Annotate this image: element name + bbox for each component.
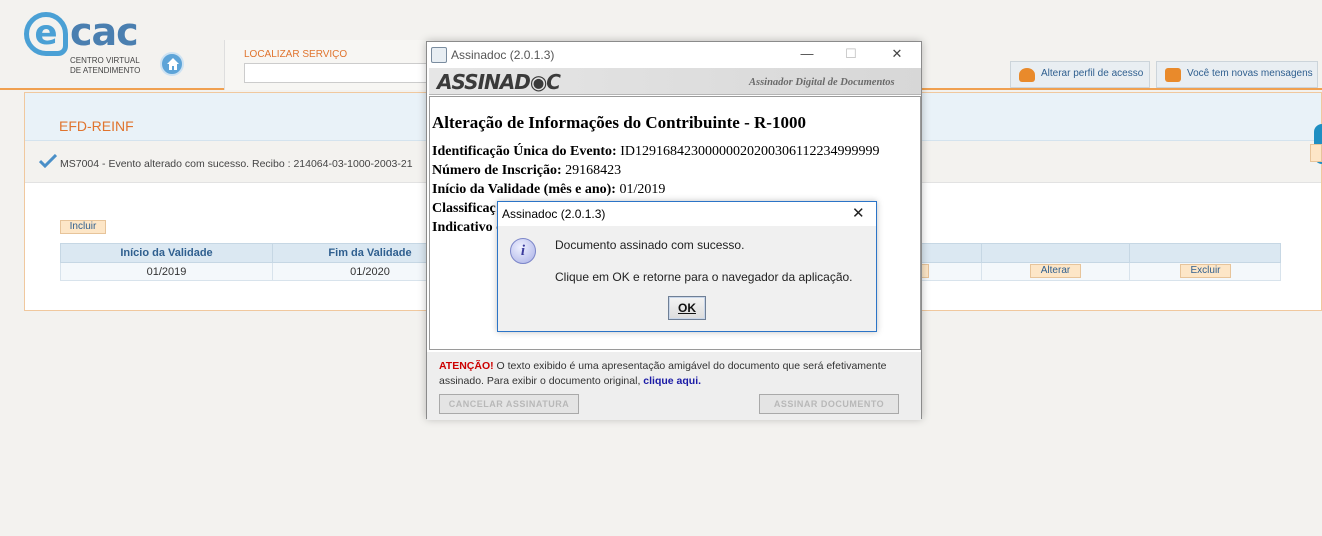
window-footer: ATENÇÃO! O texto exibido é uma apresenta… <box>427 352 921 420</box>
search-input[interactable] <box>244 63 444 83</box>
window-titlebar[interactable]: Assinadoc (2.0.1.3) — ☐ ✕ <box>427 42 921 68</box>
assinadoc-banner: ASSINAD◉C Assinador Digital de Documento… <box>429 68 921 95</box>
java-icon <box>431 47 447 63</box>
document-line: Início da Validade (mês e ano): 01/2019 <box>432 182 665 198</box>
banner-subtitle: Assinador Digital de Documentos <box>749 77 895 88</box>
view-original-link[interactable]: clique aqui. <box>643 375 701 387</box>
logo-subtitle-line1: CENTRO VIRTUAL <box>70 56 140 65</box>
column-header: Início da Validade <box>60 243 273 263</box>
search-panel: LOCALIZAR SERVIÇO <box>224 40 444 90</box>
info-icon: i <box>510 238 536 264</box>
line-value: 29168423 <box>565 163 622 178</box>
line-value: ID12916842300000020200306112234999999 <box>620 144 880 159</box>
users-icon <box>1019 68 1035 82</box>
page-title: EFD-REINF <box>59 118 134 134</box>
change-profile-label: Alterar perfil de acesso <box>1041 68 1144 79</box>
mail-icon <box>1165 68 1181 82</box>
success-message: MS7004 - Evento alterado com sucesso. Re… <box>60 158 413 170</box>
document-line: Identificação Única do Evento: ID1291684… <box>432 144 879 160</box>
dialog-title: Assinadoc (2.0.1.3) <box>502 207 606 221</box>
change-profile-button[interactable]: Alterar perfil de acesso <box>1010 61 1150 88</box>
logo-subtitle-line2: DE ATENDIMENTO <box>70 66 141 75</box>
assinadoc-logo: ASSINAD◉C <box>437 70 561 94</box>
messages-label: Você tem novas mensagens <box>1187 68 1313 79</box>
sign-document-button[interactable]: ASSINAR DOCUMENTO <box>759 394 899 414</box>
dialog-titlebar[interactable]: Assinadoc (2.0.1.3) ✕ <box>498 202 876 226</box>
line-label: Início da Validade (mês e ano): <box>432 182 616 197</box>
line-label: Classificaç <box>432 201 496 216</box>
document-line: Número de Inscrição: 29168423 <box>432 163 621 179</box>
dialog-instruction: Clique em OK e retorne para o navegador … <box>555 270 853 284</box>
ok-label: OK <box>678 301 696 315</box>
document-line: Classificaç <box>432 201 496 217</box>
messages-button[interactable]: Você tem novas mensagens <box>1156 61 1318 88</box>
line-label: Identificação Única do Evento: <box>432 144 617 159</box>
maximize-icon[interactable]: ☐ <box>843 46 859 62</box>
minimize-icon[interactable]: — <box>799 46 815 62</box>
line-label: Indicativo d <box>432 220 504 235</box>
cancel-signature-button[interactable]: CANCELAR ASSINATURA <box>439 394 579 414</box>
document-line: Indicativo d <box>432 220 504 236</box>
attention-label: ATENÇÃO! <box>439 360 494 372</box>
attention-note: ATENÇÃO! O texto exibido é uma apresenta… <box>439 359 909 389</box>
line-value: 01/2019 <box>619 182 666 197</box>
dialog-message: Documento assinado com sucesso. <box>555 238 745 252</box>
check-icon <box>39 154 57 168</box>
logo-subtitle: CENTRO VIRTUAL DE ATENDIMENTO <box>70 56 140 76</box>
side-button[interactable] <box>1310 144 1322 162</box>
search-label: LOCALIZAR SERVIÇO <box>244 49 348 60</box>
success-dialog: Assinadoc (2.0.1.3) ✕ i Documento assina… <box>497 201 877 332</box>
logo-e-mark: e <box>24 12 68 56</box>
column-header <box>1129 243 1281 263</box>
document-heading: Alteração de Informações do Contribuinte… <box>432 113 806 132</box>
home-button[interactable] <box>160 52 184 76</box>
logo-text: cac <box>70 10 139 54</box>
close-icon[interactable]: ✕ <box>852 204 865 222</box>
edit-button[interactable]: Alterar <box>1030 264 1081 278</box>
close-icon[interactable]: ✕ <box>889 46 905 62</box>
ecac-logo[interactable]: e cac CENTRO VIRTUAL DE ATENDIMENTO <box>24 10 144 80</box>
table-cell: 01/2019 <box>60 262 273 281</box>
column-header <box>981 243 1130 263</box>
line-label: Número de Inscrição: <box>432 163 562 178</box>
window-title: Assinadoc (2.0.1.3) <box>451 48 555 62</box>
ok-button[interactable]: OK <box>668 296 706 320</box>
include-button[interactable]: Incluir <box>60 220 106 234</box>
delete-button[interactable]: Excluir <box>1180 264 1231 278</box>
home-icon <box>167 58 179 70</box>
